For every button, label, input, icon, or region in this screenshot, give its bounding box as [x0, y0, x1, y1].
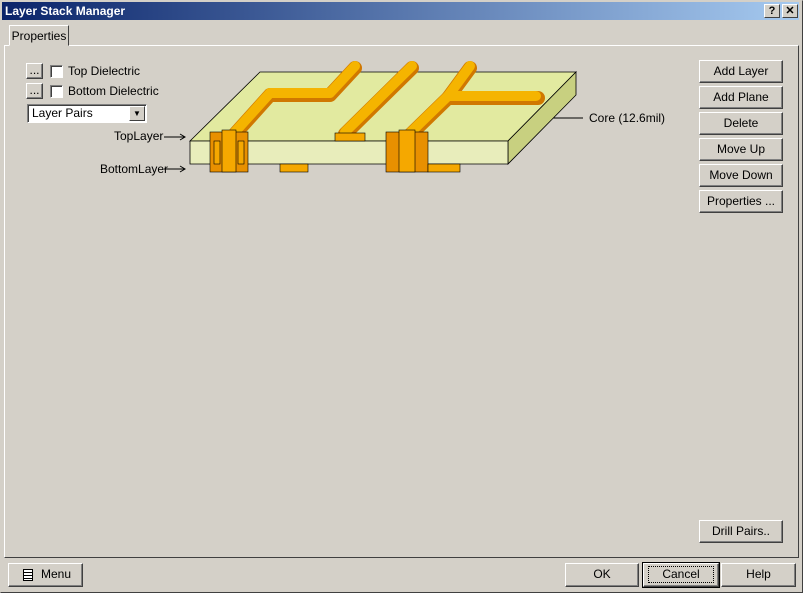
trace-2-end-pad	[334, 132, 366, 142]
help-button[interactable]: Help	[721, 563, 796, 587]
properties-button[interactable]: Properties ...	[699, 190, 783, 213]
menu-label: Menu	[41, 567, 72, 581]
via-1-wall-left	[213, 140, 221, 165]
cancel-button[interactable]: Cancel	[642, 562, 720, 588]
move-down-button[interactable]: Move Down	[699, 164, 783, 187]
add-layer-button[interactable]: Add Layer	[699, 60, 783, 83]
menu-icon	[23, 568, 33, 581]
cancel-label: Cancel	[648, 566, 714, 583]
bottom-pad-2	[427, 163, 461, 173]
via-2-barrel	[398, 129, 416, 173]
delete-button[interactable]: Delete	[699, 112, 783, 135]
via-1-wall-right	[237, 140, 245, 165]
drill-pairs-button[interactable]: Drill Pairs..	[699, 520, 783, 543]
layer-stack-diagram	[164, 61, 583, 173]
bottom-pad-1	[279, 163, 309, 173]
menu-button[interactable]: Menu	[8, 563, 83, 587]
via-1-barrel	[221, 129, 237, 173]
tab-properties[interactable]: Properties	[9, 25, 69, 46]
add-plane-button[interactable]: Add Plane	[699, 86, 783, 109]
ok-button[interactable]: OK	[565, 563, 639, 587]
move-up-button[interactable]: Move Up	[699, 138, 783, 161]
